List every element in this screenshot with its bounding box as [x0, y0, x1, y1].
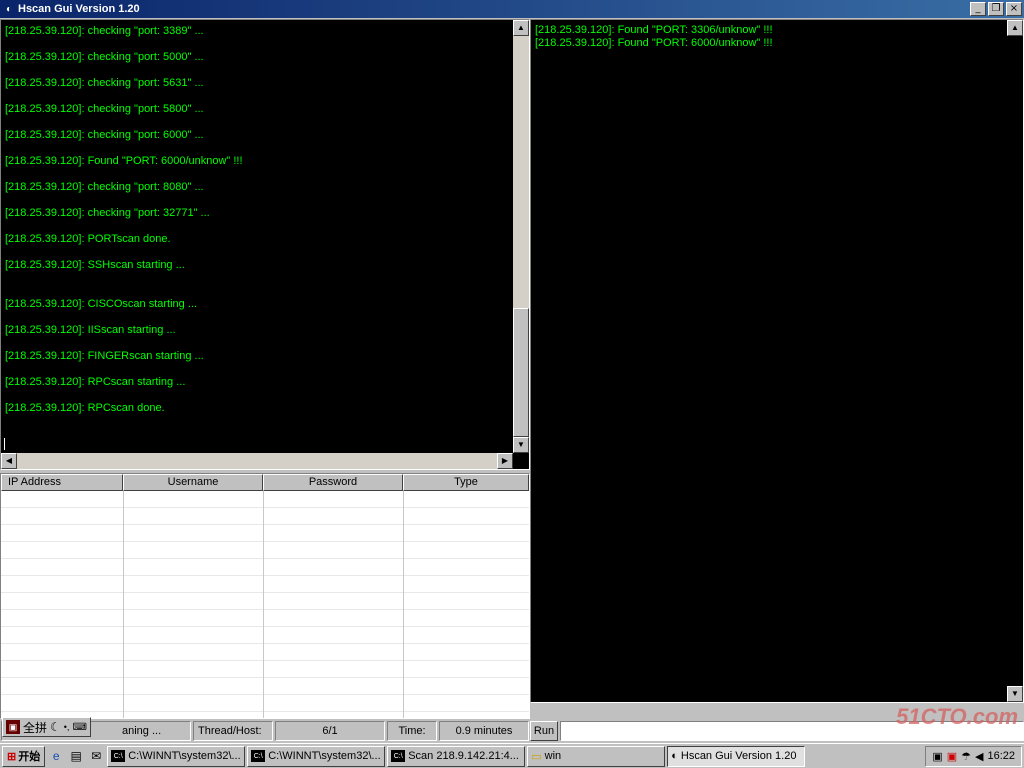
scroll-up-arrow-icon[interactable]: ▲ [513, 20, 529, 36]
folder-icon: ▭ [531, 750, 542, 763]
left-log-horizontal-scrollbar[interactable]: ◀ ▶ [1, 453, 513, 469]
column-header-password[interactable]: Password [263, 474, 403, 491]
outlook-icon[interactable]: ✉ [87, 747, 105, 765]
left-log-vertical-scrollbar[interactable]: ▲ ▼ [513, 20, 529, 453]
site-watermark: 51CTO.com [896, 704, 1018, 729]
network-icon[interactable]: ▣ [932, 750, 942, 763]
start-label: 开始 [18, 751, 41, 763]
log-line: [218.25.39.120]: FINGERscan starting ... [5, 350, 204, 362]
scroll-right-arrow-icon[interactable]: ▶ [497, 453, 513, 469]
desktop-icon[interactable]: ▤ [67, 747, 85, 765]
taskbar-button-cmd-1[interactable]: C:\ C:\WINNT\system32\... [107, 745, 246, 767]
log-line: [218.25.39.120]: CISCOscan starting ... [5, 298, 197, 310]
found-line: [218.25.39.120]: Found "PORT: 3306/unkno… [535, 24, 773, 36]
column-divider [263, 491, 264, 718]
ime-logo-icon[interactable]: ▣ [6, 720, 20, 734]
scroll-up-arrow-icon[interactable]: ▲ [1007, 20, 1023, 36]
task-label: win [544, 750, 562, 762]
half-width-moon-icon[interactable]: ☾ [50, 720, 61, 734]
log-line: [218.25.39.120]: RPCscan starting ... [5, 376, 186, 388]
run-button[interactable]: Run [530, 721, 558, 741]
right-log-vertical-scrollbar[interactable]: ▲ ▼ [1007, 20, 1023, 702]
column-divider [123, 491, 124, 718]
log-line: [218.25.39.120]: IISscan starting ... [5, 324, 176, 336]
log-line: [218.25.39.120]: RPCscan done. [5, 402, 165, 414]
network-disconnected-icon[interactable]: ▣ [947, 750, 957, 763]
log-line: [218.25.39.120]: checking "port: 5800" .… [5, 103, 204, 115]
log-line: [218.25.39.120]: checking "port: 6000" .… [5, 129, 204, 141]
umbrella-icon[interactable]: ☂ [961, 750, 971, 763]
results-table-header: IP Address Username Password Type [1, 474, 529, 491]
found-ports-pane[interactable]: [218.25.39.120]: Found "PORT: 3306/unkno… [530, 19, 1024, 703]
volume-icon[interactable]: ◀ [975, 750, 983, 763]
column-header-type[interactable]: Type [403, 474, 529, 491]
window-titlebar[interactable]: ◐ Hscan Gui Version 1.20 _ ❐ × [0, 0, 1024, 18]
windows-logo-icon: ⊞ [7, 750, 17, 763]
hscan-app-icon: ◐ [671, 750, 678, 762]
thread-host-label: Thread/Host: [193, 721, 273, 741]
taskbar-button-scan[interactable]: C:\ Scan 218.9.142.21:4... [387, 745, 526, 767]
cmd-icon: C:\ [251, 750, 266, 762]
log-line: [218.25.39.120]: checking "port: 5631" .… [5, 77, 204, 89]
punctuation-icon[interactable]: •, [64, 722, 70, 732]
column-header-ip[interactable]: IP Address [1, 474, 123, 491]
cmd-icon: C:\ [391, 750, 406, 762]
taskbar-button-hscan[interactable]: ◐ Hscan Gui Version 1.20 [667, 745, 806, 767]
log-line: [218.25.39.120]: checking "port: 3389" .… [5, 25, 204, 37]
ime-toolbar[interactable]: ▣ 全拼 ☾ •, ⌨ [2, 717, 91, 737]
scrollbar-thumb[interactable] [513, 308, 529, 437]
found-log-lines: [218.25.39.120]: Found "PORT: 3306/unkno… [535, 24, 773, 50]
column-divider [403, 491, 404, 718]
log-line: [218.25.39.120]: Found "PORT: 6000/unkno… [5, 155, 243, 167]
log-line: [218.25.39.120]: checking "port: 5000" .… [5, 51, 204, 63]
app-icon: ◐ [5, 3, 13, 15]
soft-keyboard-icon[interactable]: ⌨ [72, 722, 86, 733]
log-line: [218.25.39.120]: checking "port: 32771" … [5, 207, 210, 219]
column-header-username[interactable]: Username [123, 474, 263, 491]
scroll-down-arrow-icon[interactable]: ▼ [1007, 686, 1023, 702]
scroll-down-arrow-icon[interactable]: ▼ [513, 437, 529, 453]
found-line: [218.25.39.120]: Found "PORT: 6000/unkno… [535, 37, 773, 49]
log-line: [218.25.39.120]: SSHscan starting ... [5, 259, 185, 271]
close-button[interactable]: × [1006, 2, 1022, 16]
log-line: [218.25.39.120]: checking "port: 8080" .… [5, 181, 204, 193]
scan-log-lines: [218.25.39.120]: checking "port: 3389" .… [5, 24, 243, 427]
system-tray: ▣ ▣ ☂ ◀ 16:22 [925, 745, 1022, 767]
taskbar: ⊞ 开始 e ▤ ✉ C:\ C:\WINNT\system32\... C:\… [0, 743, 1024, 768]
task-label: Hscan Gui Version 1.20 [680, 750, 797, 762]
time-value: 0.9 minutes [439, 721, 529, 741]
internet-explorer-icon[interactable]: e [47, 747, 65, 765]
minimize-button[interactable]: _ [970, 2, 986, 16]
window-title: Hscan Gui Version 1.20 [18, 3, 140, 15]
task-label: Scan 218.9.142.21:4... [408, 750, 519, 762]
taskbar-button-win-folder[interactable]: ▭ win [527, 745, 666, 767]
ime-mode-label[interactable]: 全拼 [23, 719, 47, 736]
thread-host-value: 6/1 [275, 721, 385, 741]
time-label: Time: [387, 721, 437, 741]
task-label: C:\WINNT\system32\... [268, 750, 381, 762]
log-line: [218.25.39.120]: PORTscan done. [5, 233, 171, 245]
results-table[interactable]: IP Address Username Password Type [0, 473, 530, 719]
cmd-icon: C:\ [111, 750, 126, 762]
taskbar-button-cmd-2[interactable]: C:\ C:\WINNT\system32\... [247, 745, 386, 767]
results-table-body[interactable] [1, 491, 529, 718]
clock[interactable]: 16:22 [987, 750, 1015, 762]
task-label: C:\WINNT\system32\... [128, 750, 241, 762]
restore-button[interactable]: ❐ [988, 2, 1004, 16]
scan-log-pane[interactable]: [218.25.39.120]: checking "port: 3389" .… [0, 19, 530, 470]
scroll-left-arrow-icon[interactable]: ◀ [1, 453, 17, 469]
text-caret [4, 438, 5, 450]
start-button[interactable]: ⊞ 开始 [2, 745, 46, 767]
